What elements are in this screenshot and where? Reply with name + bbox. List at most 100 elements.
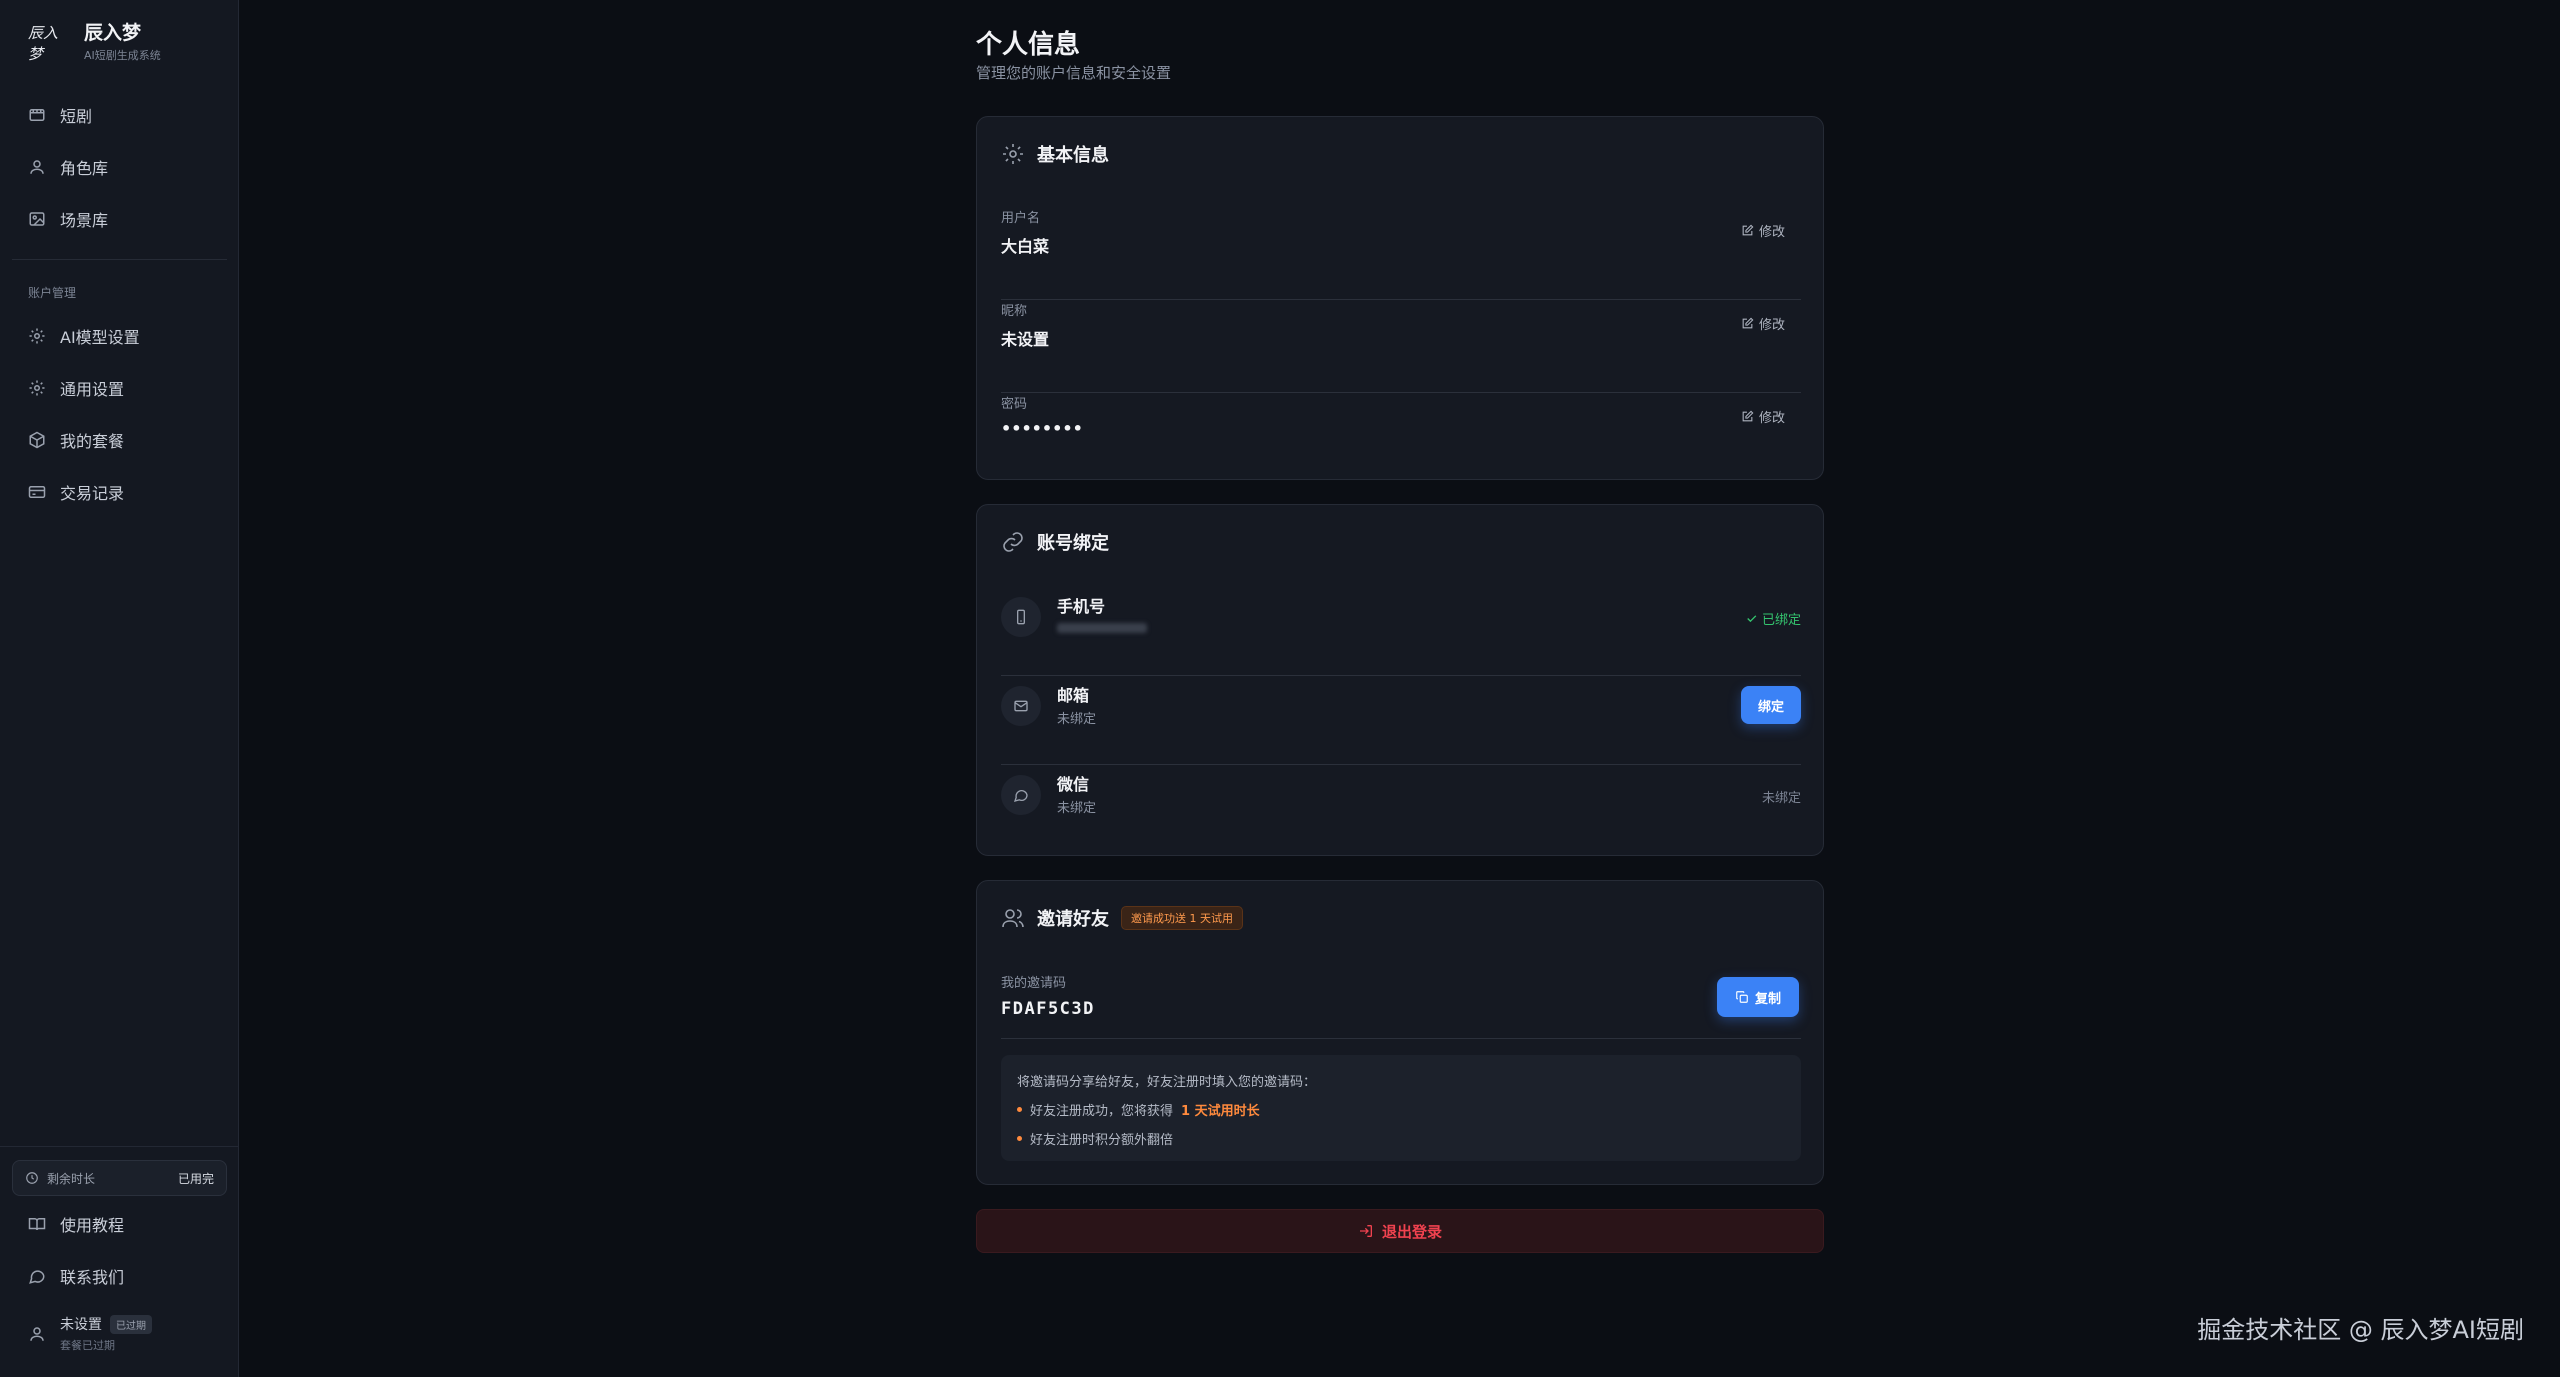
sidebar-item-label: 短剧 bbox=[60, 107, 93, 126]
password-row: 密码 •••••••• 修改 bbox=[1001, 393, 1801, 486]
invite-divider bbox=[1001, 1038, 1801, 1039]
brand-logo: 辰入梦 bbox=[28, 23, 59, 63]
invite-friends-card: 邀请好友 邀请成功送 1 天试用 我的邀请码 FDAF5C3D 复制 将邀请码分… bbox=[976, 880, 1824, 1185]
link-icon bbox=[1001, 530, 1025, 554]
user-name: 未设置 bbox=[60, 1317, 102, 1333]
invite-code-value: FDAF5C3D bbox=[1001, 999, 1095, 1019]
card-title: 邀请好友 bbox=[1037, 909, 1109, 930]
phone-icon-wrap bbox=[1001, 597, 1041, 637]
wechat-status: 未绑定 bbox=[1761, 791, 1801, 806]
sidebar-item-scenes[interactable]: 场景库 bbox=[12, 197, 227, 241]
nav-divider bbox=[12, 259, 227, 260]
sidebar-item-label: 交易记录 bbox=[60, 484, 125, 503]
password-label: 密码 bbox=[1001, 397, 1028, 412]
user-icon bbox=[28, 1325, 46, 1343]
edit-icon bbox=[1741, 224, 1754, 237]
edit-label: 修改 bbox=[1758, 225, 1785, 240]
copy-label: 复制 bbox=[1754, 991, 1781, 1007]
sidebar: 辰入梦 辰入梦 AI短剧生成系统 短剧 角色库 场景库 账户管理 AI模型设置 … bbox=[0, 0, 239, 1377]
brand-subtitle: AI短剧生成系统 bbox=[84, 49, 161, 62]
sidebar-item-drama[interactable]: 短剧 bbox=[12, 93, 227, 137]
chat-icon bbox=[1013, 787, 1029, 803]
remaining-value: 已用完 bbox=[177, 1171, 214, 1186]
clock-icon bbox=[25, 1171, 39, 1185]
bullet-highlight: 1 天试用时长 bbox=[1181, 1104, 1260, 1119]
wechat-label: 微信 bbox=[1057, 775, 1090, 794]
invite-info-text: 将邀请码分享给好友，好友注册时填入您的邀请码： bbox=[1017, 1075, 1317, 1090]
logout-label: 退出登录 bbox=[1381, 1222, 1442, 1241]
user-icon bbox=[28, 158, 46, 176]
gear-icon bbox=[28, 379, 46, 397]
phone-status-text: 已绑定 bbox=[1761, 613, 1801, 628]
watermark: 掘金技术社区 @ 辰入梦AI短剧 bbox=[2197, 1316, 2524, 1344]
edit-label: 修改 bbox=[1758, 411, 1785, 426]
email-status: 未绑定 bbox=[1057, 712, 1097, 727]
password-value: •••••••• bbox=[1001, 419, 1083, 438]
copy-code-button[interactable]: 复制 bbox=[1717, 977, 1799, 1017]
phone-bound-status: 已绑定 bbox=[1745, 609, 1801, 628]
nickname-row: 昵称 未设置 修改 bbox=[1001, 300, 1801, 393]
sidebar-item-tutorial[interactable]: 使用教程 bbox=[12, 1202, 227, 1246]
account-nav: AI模型设置 通用设置 我的套餐 交易记录 bbox=[12, 314, 227, 522]
bottom-divider bbox=[0, 1146, 239, 1147]
bullet-dot bbox=[1017, 1107, 1022, 1112]
box-icon bbox=[28, 431, 46, 449]
wechat-icon-wrap bbox=[1001, 775, 1041, 815]
brand-name: 辰入梦 bbox=[84, 22, 142, 44]
users-icon bbox=[1001, 906, 1025, 930]
user-profile[interactable]: 未设置 已过期 套餐已过期 bbox=[28, 1314, 152, 1353]
email-label: 邮箱 bbox=[1057, 686, 1090, 705]
page-subtitle: 管理您的账户信息和安全设置 bbox=[976, 64, 1172, 82]
invite-bullet: 好友注册成功，您将获得 1 天试用时长 bbox=[1017, 1100, 1785, 1119]
edit-nickname-button[interactable]: 修改 bbox=[1741, 314, 1785, 333]
basic-info-card: 基本信息 用户名 大白菜 修改 昵称 未设置 修改 密码 •••••••• 修改 bbox=[976, 116, 1824, 480]
mail-icon bbox=[1013, 698, 1029, 714]
phone-label: 手机号 bbox=[1057, 597, 1106, 616]
film-icon bbox=[28, 106, 46, 124]
card-icon bbox=[28, 483, 46, 501]
sidebar-item-characters[interactable]: 角色库 bbox=[12, 145, 227, 189]
edit-username-button[interactable]: 修改 bbox=[1741, 221, 1785, 240]
check-icon bbox=[1745, 612, 1758, 625]
email-binding-row: 邮箱 未绑定 绑定 bbox=[1001, 676, 1801, 765]
gear-icon bbox=[28, 327, 46, 345]
invite-reward-tag: 邀请成功送 1 天试用 bbox=[1121, 906, 1243, 930]
copy-icon bbox=[1735, 990, 1749, 1004]
sidebar-item-general-settings[interactable]: 通用设置 bbox=[12, 366, 227, 410]
remaining-time-box[interactable]: 剩余时长 已用完 bbox=[12, 1160, 227, 1196]
logout-button[interactable]: 退出登录 bbox=[976, 1209, 1824, 1253]
sidebar-item-label: 我的套餐 bbox=[60, 432, 125, 451]
username-label: 用户名 bbox=[1001, 211, 1041, 226]
bullet-text: 好友注册时积分额外翻倍 bbox=[1030, 1133, 1174, 1148]
nickname-value: 未设置 bbox=[1001, 330, 1050, 349]
invite-code-label: 我的邀请码 bbox=[1001, 976, 1067, 991]
sidebar-item-transactions[interactable]: 交易记录 bbox=[12, 470, 227, 514]
edit-label: 修改 bbox=[1758, 318, 1785, 333]
nickname-label: 昵称 bbox=[1001, 304, 1028, 319]
wechat-binding-row: 微信 未绑定 未绑定 bbox=[1001, 765, 1801, 854]
sidebar-item-label: 使用教程 bbox=[60, 1216, 125, 1235]
card-title: 账号绑定 bbox=[1037, 533, 1109, 554]
edit-icon bbox=[1741, 410, 1754, 423]
username-row: 用户名 大白菜 修改 bbox=[1001, 207, 1801, 300]
sidebar-item-contact[interactable]: 联系我们 bbox=[12, 1254, 227, 1298]
sidebar-item-my-plan[interactable]: 我的套餐 bbox=[12, 418, 227, 462]
bullet-dot bbox=[1017, 1136, 1022, 1141]
edit-password-button[interactable]: 修改 bbox=[1741, 407, 1785, 426]
page-title: 个人信息 bbox=[976, 30, 1081, 60]
sidebar-item-ai-model[interactable]: AI模型设置 bbox=[12, 314, 227, 358]
sidebar-item-label: 角色库 bbox=[60, 159, 109, 178]
account-binding-card: 账号绑定 手机号 已绑定 邮箱 未绑定 绑定 微信 未绑定 未绑定 bbox=[976, 504, 1824, 856]
sidebar-item-label: 通用设置 bbox=[60, 380, 125, 399]
edit-icon bbox=[1741, 317, 1754, 330]
wechat-sub-status: 未绑定 bbox=[1057, 801, 1097, 816]
phone-binding-row: 手机号 已绑定 bbox=[1001, 587, 1801, 676]
phone-icon bbox=[1013, 609, 1029, 625]
email-icon-wrap bbox=[1001, 686, 1041, 726]
brand[interactable]: 辰入梦 辰入梦 AI短剧生成系统 bbox=[28, 22, 161, 63]
bind-email-button[interactable]: 绑定 bbox=[1741, 686, 1801, 724]
image-icon bbox=[28, 210, 46, 228]
invite-info-box: 将邀请码分享给好友，好友注册时填入您的邀请码： 好友注册成功，您将获得 1 天试… bbox=[1001, 1055, 1801, 1161]
username-value: 大白菜 bbox=[1001, 237, 1050, 256]
status-badge: 已过期 bbox=[110, 1314, 152, 1334]
